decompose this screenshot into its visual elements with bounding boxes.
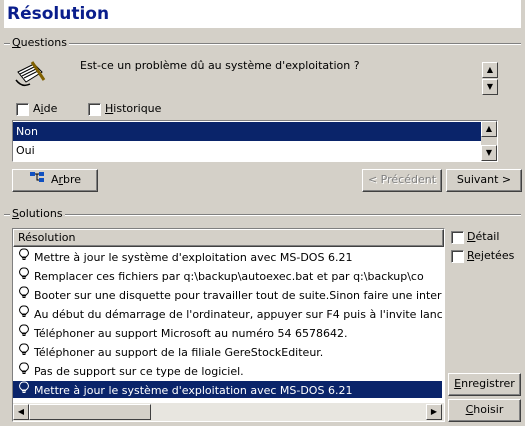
question-text: Est-ce un problème dû au système d'explo… bbox=[80, 59, 360, 72]
solution-row[interactable]: Remplacer ces fichiers par q:\backup\aut… bbox=[13, 267, 442, 284]
solutions-label-rest: olutions bbox=[18, 207, 63, 220]
hscroll-left-button[interactable]: ◀ bbox=[13, 404, 29, 420]
solution-text: Booter sur une disquette pour travailler… bbox=[34, 289, 442, 302]
solution-text: Remplacer ces fichiers par q:\backup\aut… bbox=[34, 270, 424, 283]
solution-row[interactable]: Téléphoner au support Microsoft au numér… bbox=[13, 324, 442, 341]
solutions-label-s: S bbox=[12, 207, 19, 220]
solution-text: Au début du démarrage de l'ordinateur, a… bbox=[34, 308, 442, 321]
question-scroll-up-button[interactable]: ▲ bbox=[482, 62, 498, 78]
solutions-group-label: Solutions bbox=[10, 207, 65, 220]
lightbulb-icon bbox=[17, 248, 31, 265]
solutions-group-divider bbox=[4, 214, 521, 216]
answer-option-oui[interactable]: Oui bbox=[13, 141, 481, 160]
tree-label-rest: bre bbox=[63, 173, 82, 186]
wizard-icon bbox=[14, 58, 46, 90]
choose-button[interactable]: Choisir bbox=[448, 399, 521, 422]
save-button[interactable]: Enregistrer bbox=[448, 373, 521, 396]
detail-label-rest: étail bbox=[475, 230, 500, 243]
rejected-label-rest: ejetées bbox=[474, 249, 515, 262]
questions-group-label: Questions bbox=[10, 36, 69, 49]
solution-text: Pas de support sur ce type de logiciel. bbox=[34, 365, 244, 378]
questions-label-q: Q bbox=[12, 36, 21, 49]
solution-text: Mettre à jour le système d'exploitation … bbox=[34, 384, 353, 397]
solutions-rows: Mettre à jour le système d'exploitation … bbox=[13, 248, 444, 400]
aide-label: Aide bbox=[33, 102, 57, 115]
window-title: Résolution bbox=[7, 4, 110, 24]
questions-group-divider bbox=[4, 43, 521, 45]
next-button[interactable]: Suivant > bbox=[446, 169, 522, 192]
solution-row[interactable]: Pas de support sur ce type de logiciel. bbox=[13, 362, 442, 379]
window-title-bar: Résolution bbox=[4, 0, 521, 28]
answer-option-non[interactable]: Non bbox=[13, 122, 481, 141]
historique-label-rest: istorique bbox=[113, 102, 162, 115]
answers-list[interactable]: Non Oui ▲ ▼ bbox=[12, 120, 498, 162]
lightbulb-icon bbox=[17, 362, 31, 379]
column-header-resolution[interactable]: Résolution bbox=[13, 229, 444, 247]
answers-scroll-up-button[interactable]: ▲ bbox=[481, 121, 497, 137]
solutions-hscrollbar[interactable]: ◀ ▶ bbox=[13, 403, 444, 421]
hscroll-right-button[interactable]: ▶ bbox=[426, 404, 442, 420]
detail-label: Détail bbox=[467, 230, 499, 243]
aide-label-a: A bbox=[33, 102, 41, 115]
hscroll-thumb[interactable] bbox=[29, 404, 151, 420]
tree-button-label: Arbre bbox=[51, 173, 81, 186]
historique-checkbox[interactable] bbox=[88, 103, 101, 116]
tree-button[interactable]: Arbre bbox=[12, 169, 98, 192]
solution-row[interactable]: Mettre à jour le système d'exploitation … bbox=[13, 381, 442, 398]
tree-icon bbox=[29, 170, 45, 190]
detail-checkbox[interactable] bbox=[451, 231, 464, 244]
lightbulb-icon bbox=[17, 267, 31, 284]
solution-row[interactable]: Booter sur une disquette pour travailler… bbox=[13, 286, 442, 303]
previous-button[interactable]: < Précédent bbox=[362, 169, 442, 192]
rejected-checkbox[interactable] bbox=[451, 250, 464, 263]
answers-scroll-down-button[interactable]: ▼ bbox=[481, 145, 497, 161]
lightbulb-icon bbox=[17, 343, 31, 360]
aide-checkbox[interactable] bbox=[16, 103, 29, 116]
solution-text: Téléphoner au support de la filiale Gere… bbox=[34, 346, 324, 359]
lightbulb-icon bbox=[17, 305, 31, 322]
solution-text: Mettre à jour le système d'exploitation … bbox=[34, 251, 353, 264]
save-label-rest: nregistrer bbox=[461, 377, 515, 390]
questions-label-rest: uestions bbox=[20, 36, 67, 49]
rejected-label: Rejetées bbox=[467, 249, 514, 262]
answers-scrollbar[interactable]: ▲ ▼ bbox=[481, 121, 497, 161]
solution-text: Téléphoner au support Microsoft au numér… bbox=[34, 327, 348, 340]
historique-label: Historique bbox=[105, 102, 161, 115]
question-scroll-down-button[interactable]: ▼ bbox=[482, 79, 498, 95]
lightbulb-icon bbox=[17, 286, 31, 303]
choose-label-rest: hoisir bbox=[473, 403, 504, 416]
lightbulb-icon bbox=[17, 381, 31, 398]
solution-row[interactable]: Au début du démarrage de l'ordinateur, a… bbox=[13, 305, 442, 322]
lightbulb-icon bbox=[17, 324, 31, 341]
aide-label-rest: de bbox=[43, 102, 58, 115]
solution-row[interactable]: Téléphoner au support de la filiale Gere… bbox=[13, 343, 442, 360]
solutions-list[interactable]: Résolution Mettre à jour le système d'ex… bbox=[12, 228, 445, 422]
solution-row[interactable]: Mettre à jour le système d'exploitation … bbox=[13, 248, 442, 265]
